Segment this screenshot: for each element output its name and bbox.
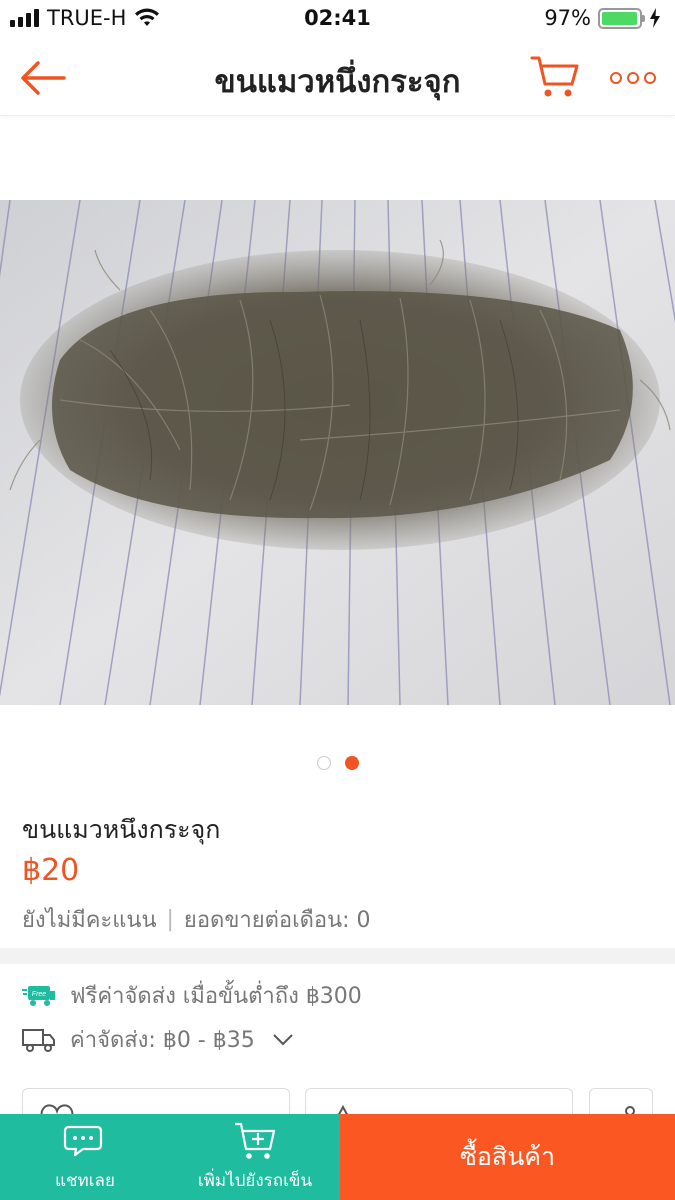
buy-now-button[interactable]: ซื้อสินค้า (340, 1114, 675, 1200)
product-photo (0, 200, 675, 705)
buy-now-label: ซื้อสินค้า (459, 1142, 556, 1171)
free-shipping-truck-icon: Free (22, 985, 55, 1006)
rating-text: ยังไม่มีคะแนน (22, 908, 157, 933)
cart-icon (530, 56, 579, 97)
free-badge: Free (32, 991, 47, 998)
shipping-cost-row[interactable]: ค่าจัดส่ง: ฿0 - ฿35 (22, 1022, 293, 1057)
cart-button[interactable] (530, 54, 580, 100)
bottom-action-bar: แชทเลย เพิ่มไปยังรถเข็น ซื้อสินค้า (0, 1114, 675, 1200)
carousel-dots (0, 756, 675, 770)
add-to-cart-button[interactable]: เพิ่มไปยังรถเข็น (170, 1114, 340, 1200)
carousel-dot-1[interactable] (316, 756, 331, 770)
top-nav-bar: ขนแมวหนึ่งกระจุก (0, 38, 675, 116)
free-shipping-row: Free ฟรีค่าจัดส่ง เมื่อขั้นต่ำถึง ฿300 (22, 978, 362, 1013)
chat-label: แชทเลย (55, 1171, 115, 1191)
monthly-sales: ยอดขายต่อเดือน: 0 (183, 908, 371, 933)
product-name: ขนแมวหนึงกระจุก (22, 815, 221, 844)
page-title: ขนแมวหนึ่งกระจุก (214, 64, 461, 100)
free-shipping-text: ฟรีค่าจัดส่ง เมื่อขั้นต่ำถึง ฿300 (70, 984, 362, 1009)
carousel-dot-2[interactable] (344, 756, 359, 770)
meta-separator: | (166, 907, 174, 932)
more-button[interactable] (610, 70, 656, 86)
back-button[interactable] (20, 60, 66, 96)
status-bar: TRUE-H 02:41 97% (0, 0, 675, 38)
battery-percent: 97% (544, 6, 591, 30)
battery-icon (598, 7, 645, 29)
delivery-truck-icon (22, 1028, 55, 1052)
chevron-down-icon[interactable] (273, 1033, 293, 1047)
add-to-cart-label: เพิ่มไปยังรถเข็น (197, 1171, 313, 1191)
charging-icon (650, 8, 660, 28)
more-dot (644, 72, 656, 84)
more-dot (627, 72, 639, 84)
chat-button[interactable]: แชทเลย (0, 1114, 170, 1200)
product-image[interactable] (0, 200, 675, 705)
status-right: 97% (544, 6, 661, 30)
more-dot (610, 72, 622, 84)
product-price: ฿20 (22, 853, 80, 888)
shipping-cost-text: ค่าจัดส่ง: ฿0 - ฿35 (70, 1028, 255, 1053)
add-cart-icon (235, 1122, 276, 1159)
back-arrow-icon (21, 61, 66, 95)
chat-bubbles-icon (63, 1125, 103, 1157)
section-divider (0, 948, 675, 964)
product-meta: ยังไม่มีคะแนน | ยอดขายต่อเดือน: 0 (22, 902, 371, 937)
battery-fill (602, 11, 637, 25)
